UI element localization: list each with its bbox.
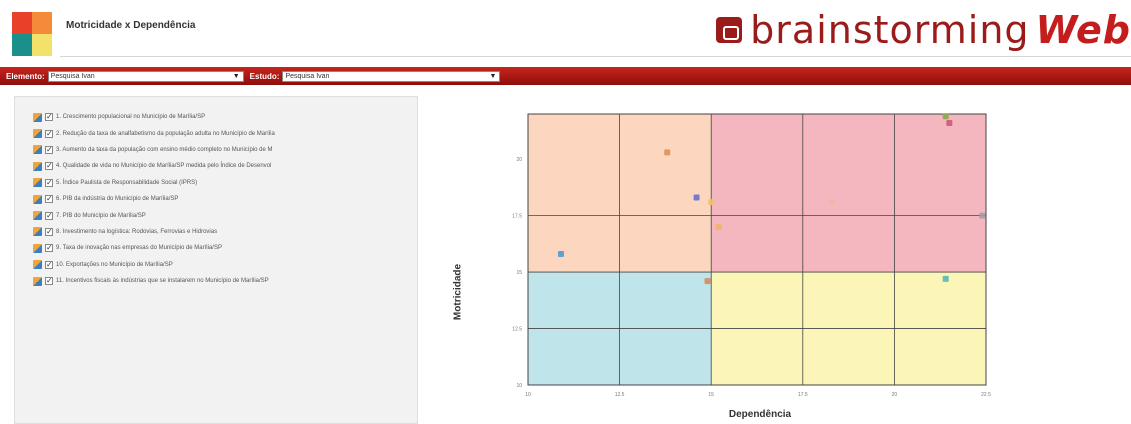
variable-checkbox[interactable]: ✓	[45, 195, 53, 204]
brand-name: brainstorming	[750, 8, 1030, 52]
list-item[interactable]: ✓ 3. Aumento da taxa da população com ens…	[33, 142, 417, 158]
variable-checkbox[interactable]: ✓	[45, 277, 53, 286]
chart-area: 10 12.5 15 17.5 20 22.5 10 12.5 15 17.5 20 Motrici…	[450, 96, 1010, 424]
list-item[interactable]: ✓ 10. Exportações no Município de Marília…	[33, 257, 417, 273]
variable-list-panel: ✓ 1. Crescimento populacional no Municípi…	[14, 96, 418, 424]
variable-checkbox[interactable]: ✓	[45, 211, 53, 220]
data-point	[942, 275, 949, 282]
header: Motricidade x Dependência brainstorming …	[0, 0, 1131, 64]
variable-checkbox[interactable]: ✓	[45, 244, 53, 253]
variable-type-icon	[33, 211, 42, 221]
brand-logo: brainstorming Web	[716, 8, 1131, 52]
variable-label: 10. Exportações no Município de Marília/…	[56, 261, 173, 268]
header-divider	[60, 56, 1131, 57]
app-logo-icon	[12, 12, 52, 56]
variable-type-icon	[33, 227, 42, 237]
data-point	[942, 113, 949, 120]
variable-type-icon	[33, 145, 42, 155]
variable-checkbox[interactable]: ✓	[45, 162, 53, 171]
variable-checkbox[interactable]: ✓	[45, 227, 53, 236]
data-point	[693, 194, 700, 201]
list-item[interactable]: ✓ 11. Incentivos fiscais às indústrias qu…	[33, 273, 417, 289]
brand-b-icon	[716, 17, 743, 43]
variable-label: 3. Aumento da taxa da população com ensi…	[56, 146, 273, 153]
y-tick-label: 15	[516, 270, 522, 276]
variable-type-icon	[33, 112, 42, 122]
chevron-down-icon: ▼	[232, 72, 240, 80]
y-axis-label: Motricidade	[452, 263, 464, 321]
list-item[interactable]: ✓ 1. Crescimento populacional no Municípi…	[33, 109, 417, 125]
variable-label: 1. Crescimento populacional no Município…	[56, 114, 206, 121]
variable-checkbox[interactable]: ✓	[45, 178, 53, 187]
variable-label: 7. PIB do Município de Marília/SP	[56, 212, 146, 219]
variable-type-icon	[33, 260, 42, 270]
data-point	[715, 223, 722, 230]
study-select[interactable]: Pesquisa Ivan ▼	[282, 70, 501, 82]
list-item[interactable]: ✓ 6. PIB da indústria do Município de Mar…	[33, 191, 417, 207]
study-label: Estudo:	[249, 71, 280, 81]
variable-checkbox[interactable]: ✓	[45, 113, 53, 122]
x-tick-label: 15	[708, 392, 714, 398]
list-item[interactable]: ✓ 8. Investimento na logística: Rodovias,…	[33, 224, 417, 240]
x-tick-label: 22.5	[981, 392, 991, 398]
list-item[interactable]: ✓ 5. Índice Paulista de Responsabilidade …	[33, 175, 417, 191]
x-tick-label: 17.5	[798, 392, 808, 398]
brand-accent: Web	[1035, 8, 1131, 52]
variable-type-icon	[33, 276, 42, 286]
data-point	[708, 199, 715, 206]
list-item[interactable]: ✓ 9. Taxa de inovação nas empresas do Mun…	[33, 240, 417, 256]
study-select-value: Pesquisa Ivan	[285, 72, 330, 80]
variable-label: 9. Taxa de inovação nas empresas do Muni…	[56, 245, 222, 252]
app-window: Motricidade x Dependência brainstorming …	[0, 0, 1131, 424]
variable-checkbox[interactable]: ✓	[45, 260, 53, 269]
variable-label: 6. PIB da indústria do Município de Marí…	[56, 196, 179, 203]
x-tick-label: 10	[525, 392, 531, 398]
y-tick-label: 12.5	[512, 327, 522, 333]
data-point	[704, 278, 711, 285]
y-tick-label: 20	[516, 157, 522, 163]
variable-type-icon	[33, 129, 42, 139]
chevron-down-icon: ▼	[489, 72, 497, 80]
list-item[interactable]: ✓ 7. PIB do Município de Marília/SP	[33, 207, 417, 223]
list-item[interactable]: ✓ 4. Qualidade de vida no Município de Ma…	[33, 158, 417, 174]
variable-type-icon	[33, 194, 42, 204]
data-point	[979, 212, 986, 219]
variable-checkbox[interactable]: ✓	[45, 129, 53, 138]
variable-checkbox[interactable]: ✓	[45, 145, 53, 154]
x-tick-label: 12.5	[615, 392, 625, 398]
data-point	[664, 149, 671, 156]
variable-type-icon	[33, 178, 42, 188]
list-item[interactable]: ✓ 2. Redução da taxa de analfabetismo da …	[33, 125, 417, 141]
page-title: Motricidade x Dependência	[66, 20, 196, 31]
variable-label: 2. Redução da taxa de analfabetismo da p…	[56, 130, 275, 137]
data-point	[946, 120, 953, 127]
y-tick-label: 17.5	[512, 214, 522, 220]
data-point	[557, 251, 564, 258]
variable-list: ✓ 1. Crescimento populacional no Municípi…	[33, 109, 417, 289]
quadrant-top-right	[711, 114, 986, 273]
variable-label: 4. Qualidade de vida no Município de Mar…	[56, 163, 272, 170]
variable-label: 5. Índice Paulista de Responsabilidade S…	[56, 179, 198, 186]
scatter-chart: 10 12.5 15 17.5 20 22.5 10 12.5 15 17.5 20	[512, 113, 991, 398]
y-tick-label: 10	[516, 383, 522, 389]
element-select-value: Pesquisa Ivan	[50, 72, 95, 80]
variable-type-icon	[33, 161, 42, 171]
data-point	[829, 199, 836, 206]
x-tick-label: 20	[892, 392, 898, 398]
element-select[interactable]: Pesquisa Ivan ▼	[47, 70, 244, 82]
variable-label: 11. Incentivos fiscais às indústrias que…	[56, 278, 269, 285]
variable-label: 8. Investimento na logística: Rodovias, …	[56, 228, 218, 235]
x-axis-label: Dependência	[728, 409, 792, 420]
variable-type-icon	[33, 243, 42, 253]
element-label: Elemento:	[6, 71, 45, 81]
filter-toolbar: Elemento: Pesquisa Ivan ▼ Estudo: Pesqui…	[0, 67, 1131, 85]
